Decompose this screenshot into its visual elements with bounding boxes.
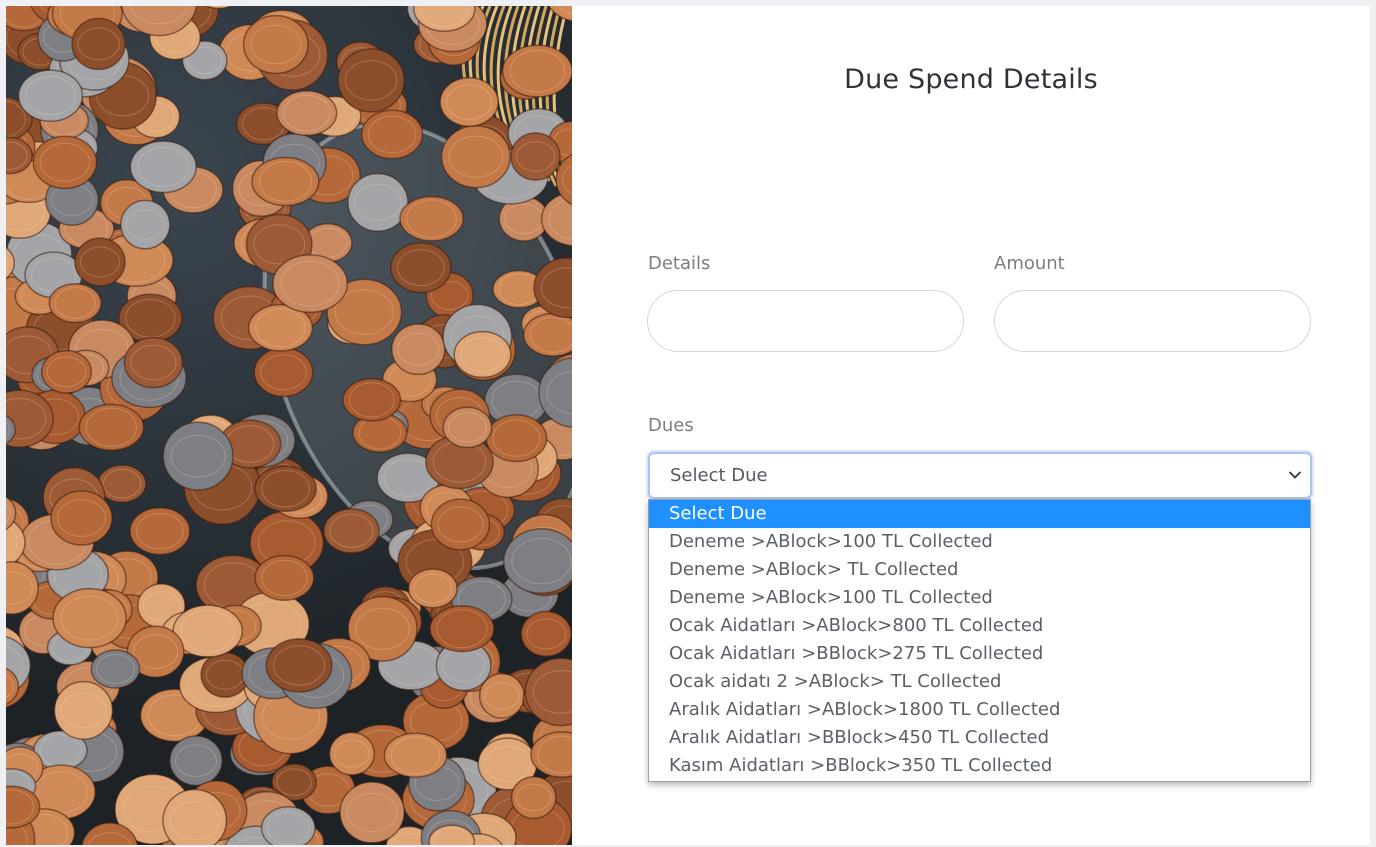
amount-input[interactable]	[994, 290, 1311, 352]
dues-select-value: Select Due	[670, 465, 768, 486]
page-title: Due Spend Details	[844, 64, 1098, 95]
dues-option[interactable]: Deneme >ABlock>100 TL Collected	[649, 528, 1310, 556]
dues-label: Dues	[648, 415, 694, 436]
details-input[interactable]	[647, 290, 964, 352]
dues-option[interactable]: Deneme >ABlock>100 TL Collected	[649, 584, 1310, 612]
due-spend-form: Due Spend Details Details Amount Dues Se…	[572, 6, 1370, 845]
dues-option[interactable]: Aralık Aidatları >ABlock>1800 TL Collect…	[649, 696, 1310, 724]
dues-option[interactable]: Select Due	[649, 500, 1310, 528]
details-label: Details	[648, 253, 711, 274]
dues-option[interactable]: Ocak aidatı 2 >ABlock> TL Collected	[649, 668, 1310, 696]
coins-image	[6, 6, 572, 845]
dues-option[interactable]: Deneme >ABlock> TL Collected	[649, 556, 1310, 584]
amount-label: Amount	[994, 253, 1065, 274]
chevron-down-icon	[1289, 471, 1301, 479]
coins-photo	[6, 6, 572, 845]
dues-option[interactable]: Kasım Aidatları >BBlock>350 TL Collected	[649, 752, 1310, 780]
dues-option[interactable]: Ocak Aidatları >BBlock>275 TL Collected	[649, 640, 1310, 668]
dues-option[interactable]: Ocak Aidatları >ABlock>800 TL Collected	[649, 612, 1310, 640]
page-card: Due Spend Details Details Amount Dues Se…	[6, 6, 1370, 845]
dues-dropdown-list: Select Due Deneme >ABlock>100 TL Collect…	[648, 499, 1311, 782]
dues-select[interactable]: Select Due	[648, 452, 1312, 499]
dues-option[interactable]: Aralık Aidatları >BBlock>450 TL Collecte…	[649, 724, 1310, 752]
